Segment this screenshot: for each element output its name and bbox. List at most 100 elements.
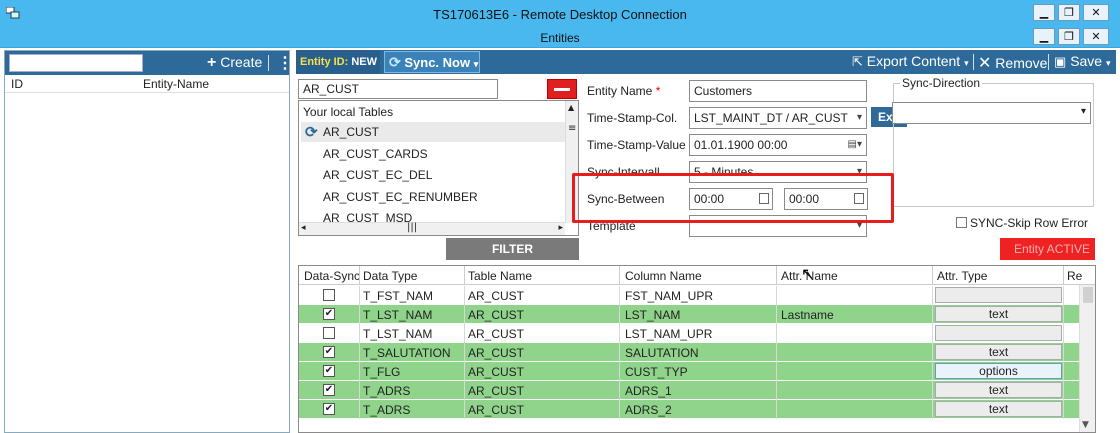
- app-minimize-button[interactable]: ▁: [1033, 28, 1055, 45]
- column-data-sync[interactable]: Data-Sync: [304, 269, 360, 283]
- attr-type-button[interactable]: text: [935, 401, 1062, 417]
- data-type-cell[interactable]: T_SALUTATION: [363, 346, 451, 360]
- table-name-cell[interactable]: AR_CUST: [468, 346, 524, 360]
- scroll-thumb-icon[interactable]: |||: [407, 222, 417, 233]
- timestamp-col-select[interactable]: LST_MAINT_DT / AR_CUST ▾: [689, 107, 867, 129]
- table-name-cell[interactable]: AR_CUST: [468, 327, 524, 341]
- list-item[interactable]: ⟳ AR_CUST: [301, 122, 565, 142]
- cell-divider: [359, 286, 360, 305]
- cell-divider: [932, 324, 933, 343]
- data-type-cell[interactable]: T_LST_NAM: [363, 308, 432, 322]
- table-row[interactable]: T_FST_NAM AR_CUST FST_NAM_UPR: [299, 286, 1079, 305]
- data-type-cell[interactable]: T_FST_NAM: [363, 289, 433, 303]
- checkbox-box[interactable]: [956, 217, 967, 228]
- cell-divider: [464, 362, 465, 381]
- timestamp-value-picker[interactable]: 01.01.1900 00:00 ▤▾: [689, 134, 867, 156]
- attr-type-button[interactable]: text: [935, 382, 1062, 398]
- column-column-name[interactable]: Column Name: [625, 269, 702, 283]
- restore-button[interactable]: ❐: [1058, 4, 1080, 21]
- column-table-name[interactable]: Table Name: [468, 269, 532, 283]
- column-name-cell[interactable]: SALUTATION: [625, 346, 699, 360]
- data-type-cell[interactable]: T_ADRS: [363, 403, 410, 417]
- list-item[interactable]: AR_CUST_CARDS: [323, 147, 428, 161]
- filter-button[interactable]: FILTER: [446, 238, 579, 260]
- column-entity-name[interactable]: Entity-Name: [143, 77, 209, 91]
- data-sync-checkbox[interactable]: ✔: [323, 365, 335, 377]
- app-restore-button[interactable]: ❐: [1058, 28, 1080, 45]
- table-row[interactable]: ✔ T_SALUTATION AR_CUST SALUTATION text: [299, 343, 1079, 362]
- app-close-button[interactable]: ✕: [1083, 28, 1109, 45]
- table-row[interactable]: ✔ T_FLG AR_CUST CUST_TYP options: [299, 362, 1079, 381]
- horizontal-scrollbar[interactable]: ◂ ||| ▸: [299, 222, 565, 235]
- remove-table-button[interactable]: [547, 79, 577, 99]
- table-name-cell[interactable]: AR_CUST: [468, 289, 524, 303]
- column-name-cell[interactable]: ADRS_2: [625, 403, 672, 417]
- skip-row-error-checkbox[interactable]: SYNC-Skip Row Error: [956, 216, 1088, 230]
- table-name-cell[interactable]: AR_CUST: [468, 308, 524, 322]
- data-sync-checkbox[interactable]: [323, 327, 335, 339]
- table-row[interactable]: ✔ T_ADRS AR_CUST ADRS_2 text: [299, 400, 1079, 419]
- column-name-cell[interactable]: FST_NAM_UPR: [625, 289, 713, 303]
- table-name-input[interactable]: AR_CUST: [298, 79, 498, 99]
- column-name-cell[interactable]: CUST_TYP: [625, 365, 688, 379]
- grid-vertical-scrollbar[interactable]: ▼: [1079, 285, 1095, 432]
- column-divider: [464, 266, 465, 285]
- calendar-dropdown-icon[interactable]: ▤▾: [848, 135, 862, 155]
- table-name-cell[interactable]: AR_CUST: [468, 384, 524, 398]
- cell-divider: [464, 286, 465, 305]
- cell-divider: [932, 381, 933, 400]
- save-button[interactable]: ▣ Save ▾: [1054, 53, 1111, 70]
- attr-type-button[interactable]: text: [935, 306, 1062, 322]
- scroll-up-icon[interactable]: ▲: [568, 103, 574, 112]
- list-item[interactable]: AR_CUST_EC_RENUMBER: [323, 190, 478, 204]
- more-options-icon[interactable]: ⋮: [277, 53, 293, 73]
- data-type-cell[interactable]: T_FLG: [363, 365, 400, 379]
- data-sync-checkbox[interactable]: ✔: [323, 403, 335, 415]
- data-type-cell[interactable]: T_LST_NAM: [363, 327, 432, 341]
- scroll-down-icon[interactable]: ▼: [1082, 420, 1089, 430]
- sync-direction-select[interactable]: ▾: [892, 102, 1091, 124]
- local-tables-list[interactable]: Your local Tables ⟳ AR_CUST AR_CUST_CARD…: [298, 100, 579, 236]
- table-row[interactable]: ✔ T_LST_NAM AR_CUST LST_NAM Lastname text: [299, 305, 1079, 324]
- attr-name-cell[interactable]: Lastname: [781, 308, 834, 322]
- table-name-cell[interactable]: AR_CUST: [468, 365, 524, 379]
- column-id[interactable]: ID: [11, 77, 23, 91]
- scroll-left-icon[interactable]: ◂: [301, 223, 306, 233]
- column-attr-type[interactable]: Attr. Type: [937, 269, 987, 283]
- data-sync-checkbox[interactable]: ✔: [323, 346, 335, 358]
- column-re[interactable]: Re: [1067, 269, 1082, 283]
- column-data-type[interactable]: Data Type: [363, 269, 417, 283]
- close-button[interactable]: ✕: [1083, 4, 1109, 21]
- entity-active-toggle[interactable]: Entity ACTIVE: [1000, 238, 1095, 260]
- cell-divider: [776, 381, 777, 400]
- column-name-cell[interactable]: LST_NAM: [625, 308, 680, 322]
- export-content-button[interactable]: ⇱ Export Content ▾: [852, 53, 969, 70]
- list-item[interactable]: AR_CUST_EC_DEL: [323, 168, 432, 182]
- data-type-cell[interactable]: T_ADRS: [363, 384, 410, 398]
- entity-name-input[interactable]: Customers: [689, 80, 867, 102]
- cell-divider: [1063, 324, 1064, 343]
- minimize-button[interactable]: ▁: [1033, 4, 1055, 21]
- attr-type-button[interactable]: options: [935, 363, 1062, 379]
- attr-type-button[interactable]: [935, 325, 1062, 341]
- sync-now-button[interactable]: ⟳ Sync. Now ▾: [384, 51, 480, 73]
- data-sync-checkbox[interactable]: [323, 289, 335, 301]
- scroll-thumb-icon[interactable]: ≡: [568, 123, 576, 134]
- sync-direction-group: Sync-Direction ▾: [892, 76, 1094, 207]
- scroll-right-icon[interactable]: ▸: [558, 223, 563, 233]
- data-sync-checkbox[interactable]: ✔: [323, 384, 335, 396]
- table-name-cell[interactable]: AR_CUST: [468, 403, 524, 417]
- create-button[interactable]: + Create: [207, 54, 262, 72]
- cell-divider: [932, 343, 933, 362]
- scroll-thumb[interactable]: [1083, 287, 1093, 303]
- attr-type-button[interactable]: [935, 287, 1062, 303]
- attr-type-button[interactable]: text: [935, 344, 1062, 360]
- table-row[interactable]: ✔ T_ADRS AR_CUST ADRS_1 text: [299, 381, 1079, 400]
- data-sync-checkbox[interactable]: ✔: [323, 308, 335, 320]
- cell-divider: [776, 324, 777, 343]
- table-row[interactable]: T_LST_NAM AR_CUST LST_NAM_UPR: [299, 324, 1079, 343]
- column-name-cell[interactable]: ADRS_1: [625, 384, 672, 398]
- column-name-cell[interactable]: LST_NAM_UPR: [625, 327, 712, 341]
- entity-search-input[interactable]: [9, 54, 143, 72]
- remove-button[interactable]: ✕ Remove: [978, 53, 1047, 73]
